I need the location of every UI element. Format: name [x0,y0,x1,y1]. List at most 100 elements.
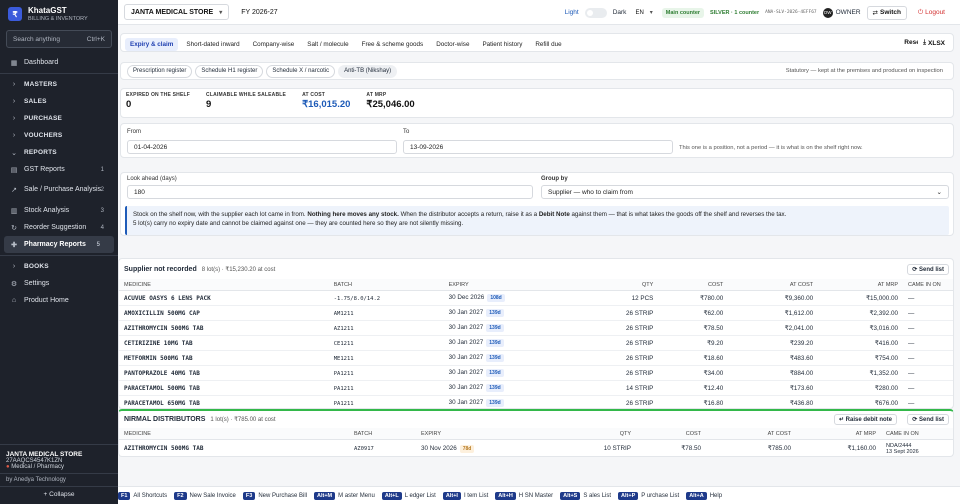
from-label: From [127,129,141,135]
sidebar-item-product-home[interactable]: ⌂ Product Home [0,292,118,309]
shortcut-alt-h[interactable]: Alt+H H SN Master [495,491,553,500]
batch-value: ME1211 [333,355,354,362]
subtab-prescription-register[interactable]: Prescription register [127,64,193,78]
shortcut-alt-m[interactable]: Alt+M M aster Menu [314,491,375,500]
send-list-button[interactable]: ⟳ Send list [907,414,949,425]
cell-expiry: 30 Jan 2027 139d [444,384,569,392]
tab-doctor-wise[interactable]: Doctor-wise [431,38,474,51]
cell-medicine: PARACETAMOL 650MG TAB [119,400,329,407]
column-header-expiry[interactable]: EXPIRY [416,431,526,437]
column-header-at-mrp[interactable]: AT MRP [796,431,881,437]
collapse-button[interactable]: + Collapse [0,486,118,504]
column-header-qty[interactable]: QTY [526,431,636,437]
table-row[interactable]: ACUVUE OASYS 6 LENS PACK -1.75/8.0/14.2 30… [119,291,953,306]
column-header-batch[interactable]: BATCH [329,282,444,288]
subtab-schedule-x-narcotic[interactable]: Schedule X / narcotic [266,64,336,78]
table-row[interactable]: AZITHROMYCIN 500MG TAB AZ0917 30 Nov 2026 7… [119,440,953,456]
cell-qty: 26 STRIP [568,355,658,362]
table-row[interactable]: PARACETAMOL 500MG TAB PA1211 30 Jan 2027 13… [119,381,953,396]
tab-salt-molecule[interactable]: Salt / molecule [302,38,353,51]
column-header-at-cost[interactable]: AT COST [728,282,818,288]
sidebar-item-reports[interactable]: ⌄ REPORTS [0,144,118,161]
shortcut-alt-i[interactable]: Alt+I I tem List [442,491,488,500]
column-header-batch[interactable]: BATCH [349,431,416,437]
column-header-cost[interactable]: COST [658,282,728,288]
column-header-at-mrp[interactable]: AT MRP [818,282,903,288]
shortcut-label: All Shortcuts [133,492,168,499]
column-header-medicine[interactable]: MEDICINE [119,431,349,437]
subtab-schedule-h1-register[interactable]: Schedule H1 register [195,64,264,78]
batch-value: CE1211 [333,340,354,347]
theme-toggle[interactable] [584,7,607,18]
qty-value: 26 STRIP [626,309,654,317]
column-header-qty[interactable]: QTY [568,282,658,288]
sidebar-item-dashboard[interactable]: ▦ Dashboard [0,54,118,71]
sidebar-item-reorder-suggestion[interactable]: ↻ Reorder Suggestion 4 [0,219,118,236]
sidebar-item-vouchers[interactable]: › VOUCHERS [0,127,118,144]
shortcut-f2[interactable]: F2 New Sale Invoice [174,491,236,500]
shortcut-alt-s[interactable]: Alt+S S ales List [560,491,611,500]
table-row[interactable]: METFORMIN 500MG TAB ME1211 30 Jan 2027 139d… [119,351,953,366]
cell-qty: 10 STRIP [526,445,636,452]
store-name: JANTA MEDICAL STORE [131,8,214,16]
table-row[interactable]: AMOXICILLIN 500MG CAP AM1211 30 Jan 2027 13… [119,306,953,321]
sidebar-item-sale-purchase-analysis[interactable]: ↗ Sale / Purchase Analysis 2 [0,178,118,202]
column-header-came-in-on[interactable]: CAME IN ON [903,282,953,288]
at-mrp-value: ₹2,392.00 [869,309,899,317]
cost-value: ₹34.00 [703,369,724,377]
column-header-came-in-on[interactable]: CAME IN ON [881,431,931,437]
subtab-anti-tb-nikshay[interactable]: Anti-TB (Nikshay) [338,64,398,78]
batch-value: PA1211 [333,385,354,392]
sidebar-item-purchase[interactable]: › PURCHASE [0,110,118,127]
sidebar-item-gst-reports[interactable]: ▤ GST Reports 1 [0,161,118,178]
shortcut-f3[interactable]: F3 New Purchase Bill [242,491,307,500]
date-filters: From 01-04-2026 To 13-09-2026 This one i… [120,123,954,158]
tab-refill-due[interactable]: Refill due [530,38,566,51]
shortcut-key: Alt+S [560,491,581,500]
language-select[interactable]: EN ▾ [632,7,655,19]
sidebar-item-stock-analysis[interactable]: ▥ Stock Analysis 3 [0,202,118,219]
sidebar-item-settings[interactable]: ⚙ Settings [0,275,118,292]
logout-button[interactable]: ⏻ Logout [912,6,950,19]
from-date-input[interactable]: 01-04-2026 [127,140,397,154]
shortcut-alt-p[interactable]: Alt+P P urchase List [618,491,679,500]
raise-debit-note-button[interactable]: ↵ Raise debit note [833,414,897,425]
column-header-medicine[interactable]: MEDICINE [119,282,329,288]
table-row[interactable]: AZITHROMYCIN 500MG TAB AZ1211 30 Jan 2027 1… [119,321,953,336]
days-left-badge: 139d [486,369,504,377]
column-header-at-cost[interactable]: AT COST [706,431,796,437]
shortcut-alt-l[interactable]: Alt+L L edger List [381,491,436,500]
lookahead-input[interactable]: 180 [127,185,533,199]
fy-selector[interactable]: FY 2026-27 [235,4,283,20]
sidebar-item-masters[interactable]: › MASTERS [0,76,118,93]
user-menu[interactable]: OW OWNER [822,7,861,18]
export-xlsx-button[interactable]: ⤓ XLSX [918,37,950,49]
shortcut-f1[interactable]: F1 All Shortcuts [118,491,168,500]
tab-free-scheme-goods[interactable]: Free & scheme goods [357,38,429,51]
sidebar-item-sales[interactable]: › SALES [0,93,118,110]
sidebar-item-label: REPORTS [24,149,57,156]
qty-value: 26 STRIP [626,339,654,347]
table-row[interactable]: PARACETAMOL 650MG TAB PA1211 30 Jan 2027 13… [119,396,953,408]
column-header-cost[interactable]: COST [636,431,706,437]
store-selector[interactable]: JANTA MEDICAL STORE ▾ [124,4,230,20]
qty-value: 26 STRIP [626,324,654,332]
groupby-select[interactable]: Supplier — who to claim from ⌄ [541,185,949,199]
switch-button[interactable]: ⇄ Switch [866,5,907,20]
tab-expiry-claim[interactable]: Expiry & claim [125,38,179,51]
cell-came: — [903,385,953,392]
shortcut-alt-a[interactable]: Alt+A Help [686,491,722,500]
sidebar-item-pharmacy-reports[interactable]: ✚ Pharmacy Reports 5 [4,236,114,253]
sidebar-item-books[interactable]: › BOOKS [0,258,118,275]
batch-value: AZ0917 [354,446,374,452]
tab-patient-history[interactable]: Patient history [477,38,527,51]
send-list-button[interactable]: ⟳ Send list [907,263,949,275]
shortcut-key: Alt+L [381,491,402,500]
to-date-input[interactable]: 13-09-2026 [403,140,673,154]
table-row[interactable]: CETIRIZINE 10MG TAB CE1211 30 Jan 2027 139d… [119,336,953,351]
sidebar-search-input[interactable]: Search anything Ctrl+K [6,30,112,48]
tab-company-wise[interactable]: Company-wise [248,38,300,51]
column-header-expiry[interactable]: EXPIRY [444,282,569,288]
tab-short-dated-inward[interactable]: Short-dated inward [181,38,244,51]
table-row[interactable]: PANTOPRAZOLE 40MG TAB PA1211 30 Jan 2027 13… [119,366,953,381]
